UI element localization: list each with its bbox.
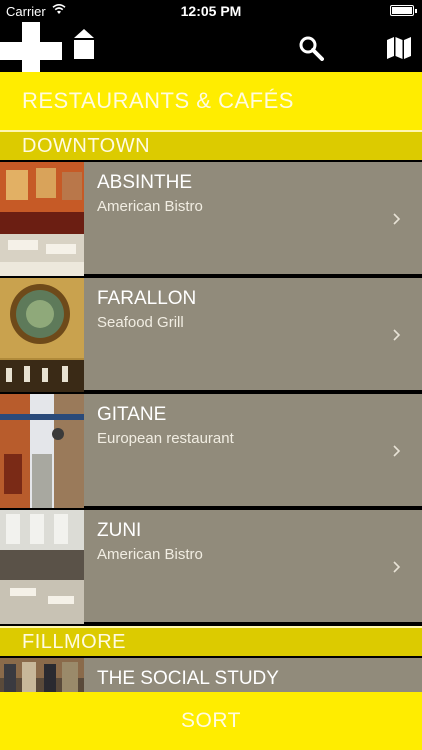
- restaurant-cuisine: Seafood Grill: [97, 314, 184, 331]
- section-header-downtown: DOWNTOWN: [0, 130, 422, 160]
- status-bar: Carrier 12:05 PM: [0, 0, 422, 22]
- battery-icon: [390, 5, 417, 16]
- restaurant-name: ABSINTHE: [97, 172, 193, 193]
- restaurant-cuisine: American Bistro: [97, 546, 203, 563]
- restaurant-name: THE SOCIAL STUDY: [97, 668, 279, 689]
- chevron-right-icon: [393, 329, 401, 341]
- restaurant-name: ZUNI: [97, 520, 142, 541]
- restaurant-photo: [0, 510, 84, 624]
- list-item[interactable]: ZUNI American Bistro: [0, 508, 422, 624]
- list-item[interactable]: FARALLON Seafood Grill: [0, 276, 422, 392]
- section-header-fillmore: FILLMORE: [0, 626, 422, 656]
- section-title: FILLMORE: [22, 631, 127, 653]
- chevron-right-icon: [393, 213, 401, 225]
- sort-label: SORT: [181, 709, 241, 732]
- restaurant-cuisine: American Bistro: [97, 198, 203, 215]
- clock: 12:05 PM: [180, 3, 242, 19]
- chevron-right-icon: [393, 445, 401, 457]
- restaurant-photo: [0, 394, 84, 508]
- home-icon[interactable]: [72, 28, 96, 60]
- page-title: RESTAURANTS & CAFÉS: [22, 88, 294, 113]
- sort-button[interactable]: SORT: [0, 692, 422, 750]
- restaurant-photo: [0, 278, 84, 392]
- restaurant-cuisine: European restaurant: [97, 430, 234, 447]
- page-title-bar: RESTAURANTS & CAFÉS: [0, 72, 422, 130]
- section-title: DOWNTOWN: [22, 135, 151, 157]
- map-icon[interactable]: [386, 36, 412, 60]
- restaurant-name: GITANE: [97, 404, 167, 425]
- nav-bar: [0, 22, 422, 80]
- search-icon[interactable]: [298, 35, 324, 61]
- restaurant-photo: [0, 162, 84, 276]
- restaurant-name: FARALLON: [97, 288, 197, 309]
- list-item[interactable]: GITANE European restaurant: [0, 392, 422, 508]
- chevron-right-icon: [393, 561, 401, 573]
- list-item[interactable]: ABSINTHE American Bistro: [0, 160, 422, 276]
